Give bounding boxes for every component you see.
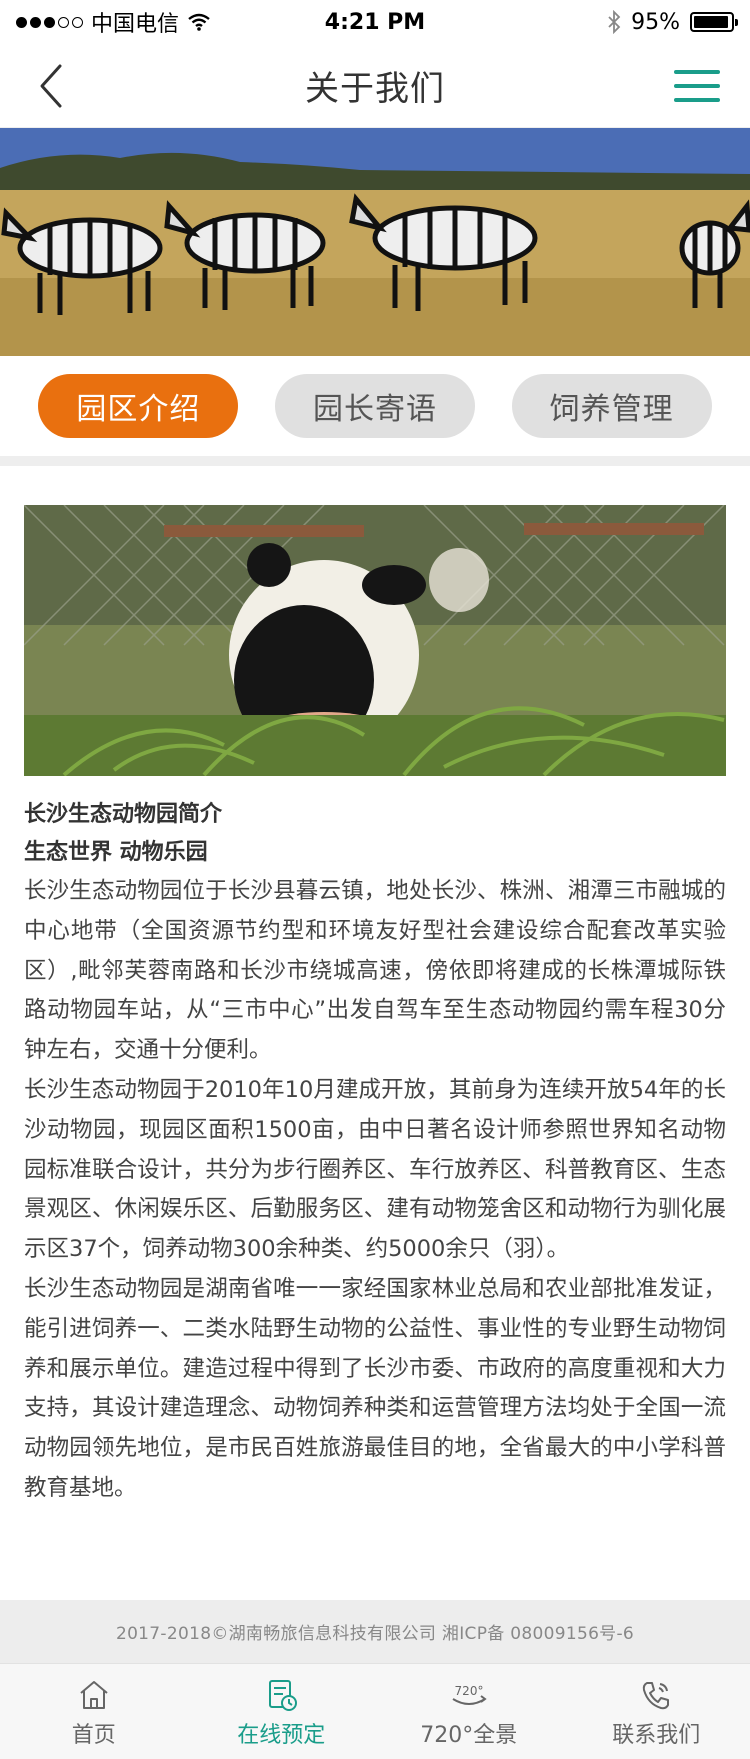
intro-paragraph: 长沙生态动物园于2010年10月建成开放，其前身为连续开放54年的长沙动物园，现… xyxy=(24,1076,726,1263)
tabbar-home-label: 首页 xyxy=(71,1722,116,1748)
nav-bar: 关于我们 xyxy=(0,44,750,128)
tabbar-booking-label: 在线预定 xyxy=(237,1722,326,1748)
article-content: 长沙生态动物园简介 生态世界 动物乐园 长沙生态动物园位于长沙县暮云镇，地处长沙… xyxy=(24,505,726,1509)
panda-photo xyxy=(24,505,726,776)
chevron-left-icon xyxy=(40,64,62,108)
intro-subtitle: 生态世界 动物乐园 xyxy=(24,840,208,865)
banner-illustration xyxy=(0,128,750,356)
home-icon xyxy=(80,1680,108,1709)
phone-icon xyxy=(643,1681,670,1709)
intro-title: 长沙生态动物园简介 xyxy=(24,802,223,827)
carrier-name: 中国电信 xyxy=(91,12,180,37)
status-left: 中国电信 xyxy=(16,6,211,38)
tab-park-intro[interactable]: 园区介绍 xyxy=(38,374,239,438)
tabbar-booking[interactable]: 在线预定 xyxy=(188,1664,376,1759)
tab-director-message[interactable]: 园长寄语 xyxy=(274,374,475,438)
intro-paragraph: 长沙生态动物园位于长沙县暮云镇，地处长沙、株洲、湘潭三市融城的中心地带（全国资源… xyxy=(24,878,726,1064)
battery-level-fill xyxy=(694,16,729,28)
section-divider xyxy=(0,456,750,466)
panorama-720-icon: 720° xyxy=(452,1684,487,1705)
signal-strength-icon xyxy=(16,16,83,28)
menu-line xyxy=(674,84,720,88)
page-title: 关于我们 xyxy=(305,69,445,109)
wifi-icon xyxy=(188,13,210,31)
status-bar: 中国电信 4:21 PM 95% xyxy=(0,0,750,44)
svg-text:720°: 720° xyxy=(454,1684,483,1698)
tabbar-contact-label: 联系我们 xyxy=(612,1722,701,1748)
tab-feeding-management[interactable]: 饲养管理 xyxy=(511,374,712,438)
menu-button[interactable] xyxy=(674,64,720,108)
intro-paragraph: 长沙生态动物园是湖南省唯一一家经国家林业总局和农业部批准发证，能引进饲养一、二类… xyxy=(24,1275,726,1501)
status-right: 95% xyxy=(607,9,738,35)
bottom-tab-bar: 首页 在线预定 720° 720°全景 联系我们 xyxy=(0,1663,750,1759)
segment-tabs: 园区介绍 园长寄语 饲养管理 xyxy=(0,356,750,456)
banner-zebra-image xyxy=(0,128,750,356)
menu-line xyxy=(674,70,720,74)
battery-icon xyxy=(690,12,738,32)
booking-icon xyxy=(269,1679,298,1711)
tabbar-home[interactable]: 首页 xyxy=(0,1664,188,1759)
battery-percent: 95% xyxy=(631,9,680,35)
bluetooth-icon xyxy=(608,10,621,34)
tabbar-panorama[interactable]: 720° 720°全景 xyxy=(375,1664,563,1759)
tabbar-panorama-label: 720°全景 xyxy=(420,1722,518,1748)
back-button[interactable] xyxy=(26,58,76,114)
panda-illustration xyxy=(24,505,726,776)
menu-line xyxy=(674,98,720,102)
copyright-footer: 2017-2018©湖南畅旅信息科技有限公司 湘ICP备 08009156号-6 xyxy=(0,1600,750,1663)
tabbar-contact[interactable]: 联系我们 xyxy=(563,1664,750,1759)
